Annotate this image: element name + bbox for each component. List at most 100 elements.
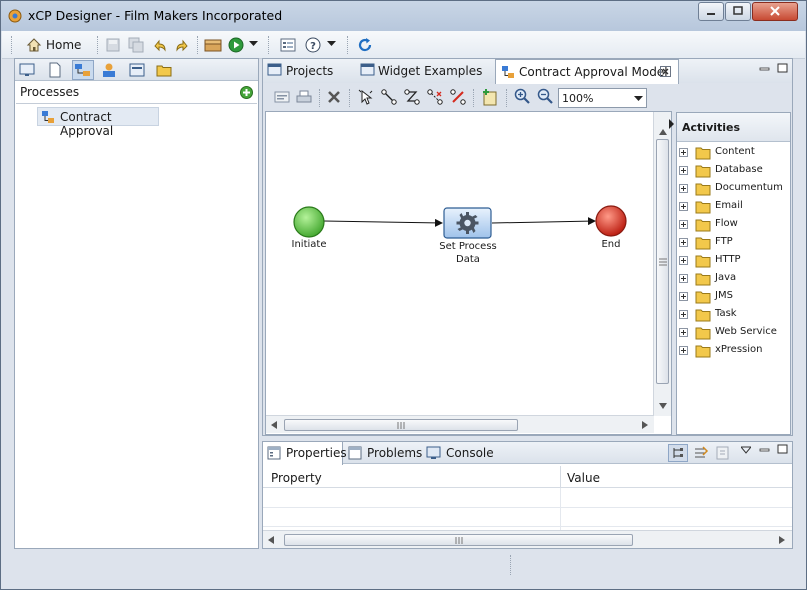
diagram-canvas[interactable]: Initiate Set Process Data End	[265, 111, 672, 435]
tab-properties[interactable]: Properties	[263, 442, 347, 465]
scroll-left-icon[interactable]	[268, 536, 274, 544]
save-icon[interactable]	[105, 37, 121, 53]
expand-icon[interactable]	[679, 202, 688, 211]
view-menu-icon[interactable]	[741, 446, 751, 454]
redo-icon[interactable]	[174, 37, 190, 53]
run-icon[interactable]	[228, 37, 244, 53]
scroll-right-icon[interactable]	[779, 536, 785, 544]
help-icon[interactable]: ?	[305, 37, 321, 53]
horizontal-scrollbar[interactable]	[266, 415, 654, 433]
expand-icon[interactable]	[679, 238, 688, 247]
horizontal-scrollbar[interactable]	[263, 530, 792, 548]
widget-icon	[360, 63, 375, 77]
vertical-scrollbar[interactable]	[653, 112, 671, 416]
show-advanced-icon[interactable]	[693, 445, 709, 461]
add-activity-icon[interactable]	[481, 88, 499, 106]
page-view-icon[interactable]	[47, 62, 63, 78]
delete-icon[interactable]	[327, 90, 341, 104]
table-row	[263, 507, 792, 508]
properties-view-icon[interactable]	[280, 37, 296, 53]
connector-tool-icon[interactable]	[381, 89, 397, 105]
expand-icon[interactable]	[679, 292, 688, 301]
zoom-out-icon[interactable]	[537, 88, 553, 104]
scrollbar-thumb[interactable]	[284, 419, 518, 431]
maximize-view-icon[interactable]	[777, 63, 788, 74]
home-button[interactable]: Home	[46, 38, 81, 52]
tree-item-label: Flow	[715, 218, 738, 229]
delete-connector-tool-icon[interactable]	[450, 89, 466, 105]
undo-icon[interactable]	[152, 37, 168, 53]
expand-icon[interactable]	[679, 346, 688, 355]
scroll-right-icon[interactable]	[642, 421, 648, 429]
scroll-left-icon[interactable]	[271, 421, 277, 429]
form-view-icon[interactable]	[129, 62, 145, 78]
process-icon	[500, 64, 516, 80]
expand-icon[interactable]	[679, 220, 688, 229]
expand-icon[interactable]	[679, 328, 688, 337]
home-icon[interactable]	[26, 37, 42, 53]
tab-widget-examples[interactable]: Widget Examples	[356, 59, 494, 83]
maximize-button[interactable]	[725, 2, 751, 21]
maximize-view-icon[interactable]	[777, 444, 788, 455]
window-title: xCP Designer - Film Makers Incorporated	[28, 8, 283, 23]
zoom-in-icon[interactable]	[514, 88, 530, 104]
list-item[interactable]: Contract Approval	[37, 107, 159, 138]
collapse-palette-icon[interactable]	[667, 119, 675, 129]
expand-icon[interactable]	[679, 310, 688, 319]
table-header: Property Value	[263, 466, 792, 488]
scroll-down-icon[interactable]	[659, 403, 667, 409]
tab-problems[interactable]: Problems	[344, 442, 422, 464]
folder-icon	[695, 217, 711, 232]
folder-icon	[695, 253, 711, 268]
minimize-button[interactable]	[698, 2, 724, 21]
scrollbar-thumb[interactable]	[284, 534, 633, 546]
close-button[interactable]	[752, 2, 798, 21]
column-divider[interactable]	[560, 466, 561, 488]
tab-contract-approval-model[interactable]: Contract Approval Model	[495, 59, 679, 84]
bend-connector-tool-icon[interactable]	[404, 89, 420, 105]
title-bar: xCP Designer - Film Makers Incorporated	[1, 1, 806, 31]
toolbar-separator	[506, 89, 507, 107]
tab-console[interactable]: Console	[423, 442, 495, 464]
tree-item-label: Documentum	[715, 182, 783, 193]
tab-projects[interactable]: Projects	[263, 59, 355, 83]
minimize-view-icon[interactable]	[759, 64, 770, 74]
expand-icon[interactable]	[679, 274, 688, 283]
package-icon[interactable]	[204, 37, 222, 53]
save-all-icon[interactable]	[128, 37, 144, 53]
help-dropdown-icon[interactable]	[327, 41, 336, 47]
select-tool-icon[interactable]	[358, 89, 374, 105]
remove-bend-tool-icon[interactable]	[427, 89, 443, 105]
editor-panel: Projects Widget Examples Contract Approv…	[262, 58, 793, 436]
end-node-label: End	[601, 239, 621, 250]
toolbar-separator	[319, 89, 320, 107]
run-dropdown-icon[interactable]	[249, 41, 258, 47]
toolbar-separator	[268, 36, 269, 54]
navigator-tab-bar	[15, 59, 258, 81]
scroll-up-icon[interactable]	[659, 129, 667, 135]
refresh-icon[interactable]	[357, 37, 373, 53]
expand-icon[interactable]	[679, 148, 688, 157]
add-process-icon[interactable]	[240, 86, 253, 99]
application-view-icon[interactable]	[19, 62, 35, 78]
processes-panel: Processes Contract Approval	[14, 58, 259, 549]
scrollbar-thumb[interactable]	[656, 139, 669, 384]
folder-view-icon[interactable]	[156, 62, 172, 78]
expand-icon[interactable]	[679, 256, 688, 265]
editor-tab-bar: Projects Widget Examples Contract Approv…	[263, 59, 792, 84]
minimize-view-icon[interactable]	[759, 445, 770, 455]
tree-item-label: HTTP	[715, 254, 741, 265]
restore-defaults-icon[interactable]	[715, 445, 731, 461]
zoom-select[interactable]: 100%	[558, 88, 647, 108]
panel-title: Processes	[20, 85, 80, 99]
tree-item-label: Web Service	[715, 326, 777, 337]
roles-view-icon[interactable]	[101, 62, 117, 78]
process-icon	[40, 109, 56, 125]
show-categories-icon[interactable]	[668, 444, 688, 462]
print-icon[interactable]	[296, 90, 312, 104]
expand-icon[interactable]	[679, 184, 688, 193]
expand-icon[interactable]	[679, 166, 688, 175]
close-tab-icon[interactable]	[660, 66, 671, 77]
process-view-icon[interactable]	[72, 60, 94, 80]
properties-icon[interactable]	[274, 90, 290, 104]
